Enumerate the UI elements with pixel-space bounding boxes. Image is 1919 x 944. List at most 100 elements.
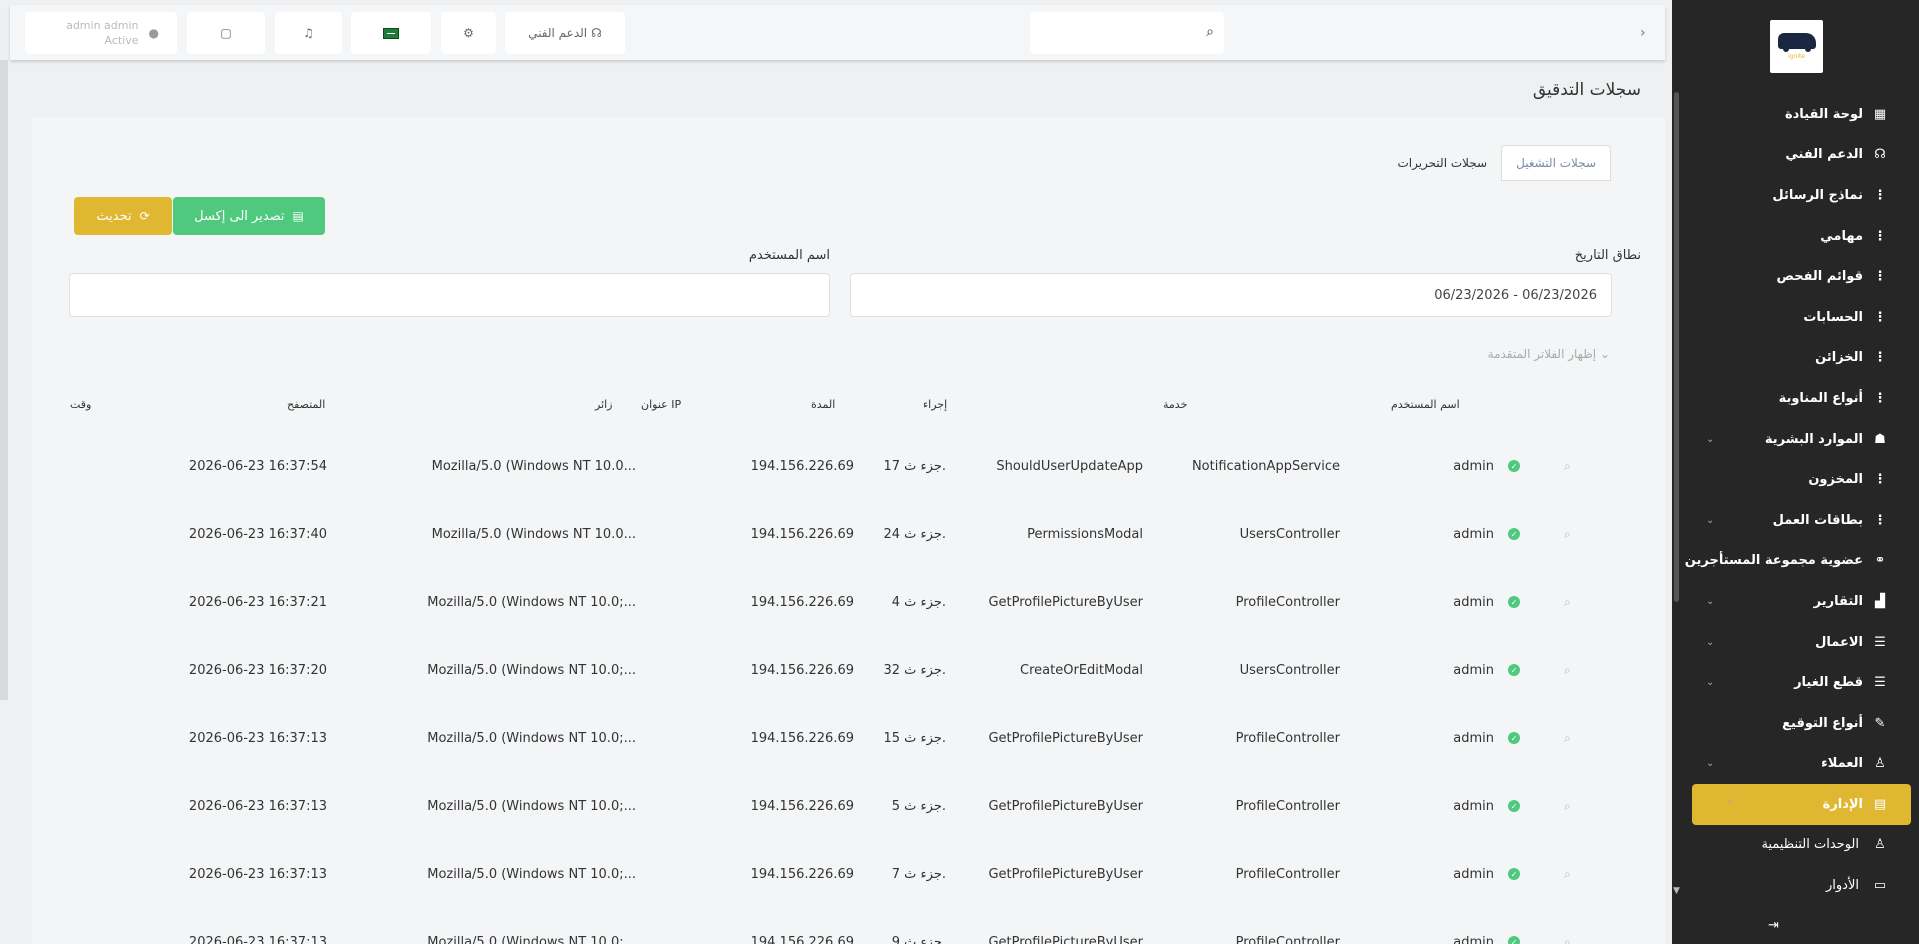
search-icon: ⌕ — [1206, 24, 1214, 40]
col-header-user[interactable]: اسم المستخدم — [1391, 398, 1460, 411]
notifications-button[interactable]: ♫ — [275, 12, 342, 54]
view-details-icon[interactable]: ⌕ — [1564, 636, 1571, 704]
headset-icon: ☊ — [1874, 147, 1886, 163]
cell-browser: Mozilla/5.0 (Windows NT 10.0;... — [427, 934, 636, 944]
cell-user: admin — [1453, 526, 1494, 542]
table-row[interactable]: ⌕ ✓ admin ProfileController GetProfilePictur… — [60, 704, 1580, 772]
sidebar-item[interactable]: الأدوار ▭ — [1672, 865, 1919, 906]
sidebar-item[interactable]: لوحة القيادة ▦ — [1672, 94, 1919, 135]
sidebar-item-label: الوحدات التنظيمية — [1761, 837, 1859, 853]
cell-browser: Mozilla/5.0 (Windows NT 10.0;... — [427, 866, 636, 882]
view-details-icon[interactable]: ⌕ — [1564, 772, 1571, 840]
tab-operation-logs[interactable]: سجلات التشغيل — [1501, 145, 1611, 181]
sidebar-item[interactable]: نماذج الرسائل ⋮ — [1672, 175, 1919, 216]
col-header-client[interactable]: زائر — [595, 398, 613, 411]
user-menu-button[interactable]: admin admin Active ● — [25, 12, 177, 54]
sidebar-item[interactable]: أنواع التوقيع ✎ — [1672, 703, 1919, 744]
cell-time: 2026-06-23 16:37:20 — [188, 662, 327, 678]
support-button[interactable]: الدعم الفني ☊ — [505, 12, 625, 54]
file-excel-icon: ▤ — [292, 209, 304, 223]
sidebar-item[interactable]: الوحدات التنظيمية ♙ — [1672, 825, 1919, 866]
table-row[interactable]: ⌕ ✓ admin UsersController CreateOrEditModal 3… — [60, 636, 1580, 704]
sidebar-item[interactable]: المخزون ⋮ — [1672, 459, 1919, 500]
sidebar: ignite لوحة القيادة ▦ الدعم الفني ☊ نماذج ال… — [1672, 0, 1919, 944]
sidebar-item[interactable]: ⌄ الاعمال ☰ — [1672, 622, 1919, 663]
sidebar-item-label: أنواع التوقيع — [1782, 715, 1863, 731]
sidebar-item[interactable]: عضوية مجموعة المستأجرين ⚭ — [1672, 541, 1919, 582]
cell-ip: 194.156.226.69 — [750, 594, 854, 610]
sliders-icon: ☰ — [1874, 675, 1886, 691]
sidebar-item-label: مهامي — [1820, 228, 1863, 244]
success-check-icon: ✓ — [1508, 568, 1520, 636]
logout-icon[interactable]: ⇥ — [1768, 918, 1779, 933]
chevron-right-icon[interactable]: › — [1640, 25, 1646, 41]
cell-time: 2026-06-23 16:37:13 — [188, 866, 327, 882]
view-details-icon[interactable]: ⌕ — [1564, 908, 1571, 944]
table-row[interactable]: ⌕ ✓ admin ProfileController GetProfilePictur… — [60, 568, 1580, 636]
cell-browser: Mozilla/5.0 (Windows NT 10.0;... — [427, 594, 636, 610]
sidebar-item[interactable]: قوائم الفحص ⋮ — [1672, 256, 1919, 297]
dots-icon: ⋮ — [1873, 269, 1887, 285]
settings-button[interactable]: ⚙ — [441, 12, 496, 54]
sidebar-item-label: الدعم الفني — [1785, 147, 1863, 163]
col-header-service[interactable]: خدمة — [1163, 398, 1187, 411]
sidebar-item[interactable]: الخزائن ⋮ — [1672, 338, 1919, 379]
top-bar: › ⌕ الدعم الفني ☊ ⚙ ♫ ▢ admin admin Acti… — [10, 5, 1665, 60]
dots-icon: ⋮ — [1873, 350, 1887, 366]
table-row[interactable]: ⌕ ✓ admin ProfileController GetProfilePictur… — [60, 908, 1580, 944]
sidebar-item[interactable]: ⌄ بطاقات العمل ⋮ — [1672, 500, 1919, 541]
sidebar-item[interactable]: ⌄ التقارير ▟ — [1672, 581, 1919, 622]
col-header-duration[interactable]: المدة — [811, 398, 835, 411]
sidebar-item[interactable]: ⌄ الموارد البشرية ☗ — [1672, 419, 1919, 460]
sidebar-item[interactable]: الحسابات ⋮ — [1672, 297, 1919, 338]
cell-service: ProfileController — [1235, 594, 1340, 610]
cell-ip: 194.156.226.69 — [750, 866, 854, 882]
view-details-icon[interactable]: ⌕ — [1564, 704, 1571, 772]
sidebar-item[interactable]: أنواع المناوبة ⋮ — [1672, 378, 1919, 419]
tab-edit-logs[interactable]: سجلات التحريرات — [1383, 145, 1501, 181]
col-header-browser[interactable]: المتصفح — [287, 398, 325, 411]
sidebar-item-label: التقارير — [1813, 593, 1863, 609]
view-details-icon[interactable]: ⌕ — [1564, 500, 1571, 568]
chevron-icon: ⌄ — [1706, 514, 1715, 526]
advanced-filters-toggle[interactable]: إظهار الفلاتر المتقدمة ⌄ — [1488, 347, 1610, 361]
sidebar-item[interactable]: ⌃ الإدارة ▤ — [1692, 784, 1911, 825]
page-scrollbar[interactable] — [0, 60, 8, 700]
dots-icon: ⋮ — [1873, 390, 1887, 406]
col-header-time[interactable]: وقت — [70, 398, 91, 411]
sidebar-item-label: نماذج الرسائل — [1772, 187, 1863, 203]
table-row[interactable]: ⌕ ✓ admin ProfileController GetProfilePictur… — [60, 772, 1580, 840]
customer-icon: ♙ — [1874, 756, 1886, 772]
search-input[interactable]: ⌕ — [1030, 12, 1224, 54]
chat-button[interactable]: ▢ — [187, 12, 265, 54]
view-details-icon[interactable]: ⌕ — [1564, 840, 1571, 908]
table-row[interactable]: ⌕ ✓ admin ProfileController GetProfilePictur… — [60, 840, 1580, 908]
cell-action: PermissionsModal — [1027, 526, 1143, 542]
table-row[interactable]: ⌕ ✓ admin NotificationAppService ShouldUserU… — [60, 432, 1580, 500]
sidebar-item[interactable]: ⌄ العملاء ♙ — [1672, 744, 1919, 785]
date-range-input[interactable]: 06/23/2026 - 06/23/2026 — [850, 273, 1612, 317]
refresh-button[interactable]: تحديث ⟳ — [74, 197, 172, 235]
cell-duration: 9 جزء ث. — [891, 934, 946, 944]
username-input[interactable] — [69, 273, 830, 317]
col-header-action[interactable]: إجراء — [923, 398, 947, 411]
sidebar-item[interactable]: مهامي ⋮ — [1672, 216, 1919, 257]
chevron-down-icon: ⌄ — [1599, 347, 1610, 361]
username-label: اسم المستخدم — [748, 248, 830, 263]
sidebar-item[interactable]: الدعم الفني ☊ — [1672, 135, 1919, 176]
sidebar-item-label: عضوية مجموعة المستأجرين — [1684, 553, 1863, 569]
view-details-icon[interactable]: ⌕ — [1564, 568, 1571, 636]
view-details-icon[interactable]: ⌕ — [1564, 432, 1571, 500]
cell-user: admin — [1453, 458, 1494, 474]
chat-icon: ▢ — [220, 26, 232, 40]
sidebar-item-label: الحسابات — [1803, 309, 1863, 325]
org-units-icon: ♙ — [1874, 837, 1886, 853]
scroll-down-arrow-icon[interactable]: ▼ — [1673, 886, 1680, 896]
table-row[interactable]: ⌕ ✓ admin UsersController PermissionsModal 24… — [60, 500, 1580, 568]
sidebar-item[interactable]: ⌄ قطع الغيار ☰ — [1672, 662, 1919, 703]
export-excel-button[interactable]: تصدير الى إكسل ▤ — [173, 197, 325, 235]
sidebar-item-label: الاعمال — [1815, 634, 1863, 650]
language-button[interactable] — [351, 12, 431, 54]
col-header-ip[interactable]: عنوان IP — [641, 398, 681, 411]
app-logo[interactable]: ignite — [1770, 20, 1823, 73]
